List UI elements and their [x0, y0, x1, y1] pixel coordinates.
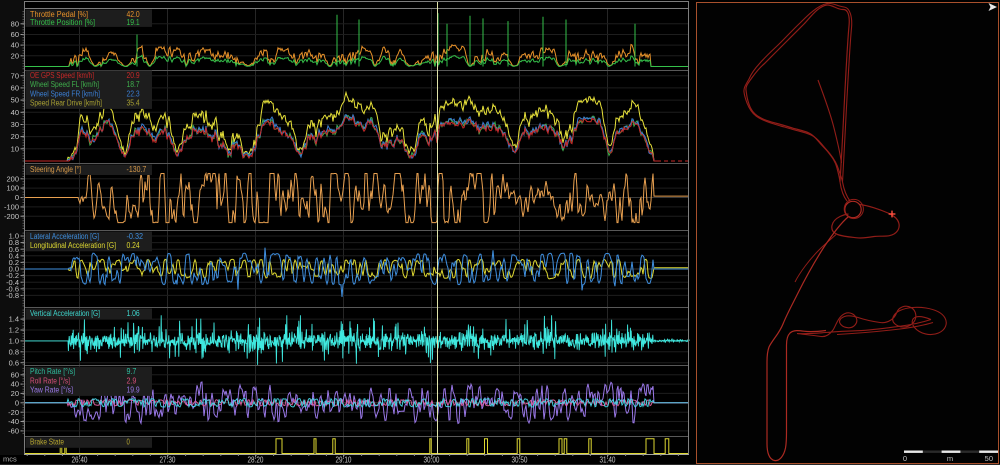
svg-text:10: 10	[11, 144, 19, 153]
svg-text:40: 40	[11, 380, 19, 389]
svg-text:18.7: 18.7	[127, 80, 141, 89]
svg-text:0.8: 0.8	[9, 347, 19, 356]
svg-text:30: 30	[11, 120, 19, 129]
svg-text:Brake State: Brake State	[30, 438, 64, 447]
svg-text:1.2: 1.2	[9, 326, 19, 335]
svg-text:0: 0	[15, 193, 19, 202]
svg-text:-0.32: -0.32	[127, 232, 144, 241]
svg-text:50: 50	[985, 454, 993, 463]
svg-text:27:30: 27:30	[160, 455, 176, 464]
svg-text:Roll Rate [°/s]: Roll Rate [°/s]	[30, 376, 70, 385]
svg-text:35.4: 35.4	[127, 99, 141, 108]
svg-text:Yaw Rate [°/s]: Yaw Rate [°/s]	[30, 386, 73, 395]
svg-text:70: 70	[11, 71, 19, 80]
svg-text:80: 80	[11, 19, 19, 28]
svg-text:Speed Rear Drive [km/h]: Speed Rear Drive [km/h]	[30, 99, 102, 108]
svg-text:19.1: 19.1	[127, 18, 141, 27]
svg-text:60: 60	[11, 30, 19, 39]
svg-text:OE GPS Speed [km/h]: OE GPS Speed [km/h]	[30, 71, 94, 80]
svg-text:-20: -20	[8, 408, 19, 417]
svg-text:-60: -60	[8, 427, 19, 436]
svg-text:9.7: 9.7	[127, 367, 137, 376]
svg-text:60: 60	[11, 370, 19, 379]
svg-text:-200: -200	[4, 212, 19, 221]
svg-text:Throttle Position [%]: Throttle Position [%]	[30, 18, 95, 27]
svg-text:mcs: mcs	[3, 455, 17, 464]
svg-text:60: 60	[11, 84, 19, 93]
svg-text:Steering Angle [°]: Steering Angle [°]	[30, 165, 81, 174]
svg-text:1.4: 1.4	[9, 315, 19, 324]
svg-text:0: 0	[127, 438, 131, 447]
svg-text:-130.7: -130.7	[127, 165, 147, 174]
svg-text:1.06: 1.06	[127, 309, 141, 318]
svg-text:Pitch Rate [°/s]: Pitch Rate [°/s]	[30, 367, 75, 376]
svg-text:22.3: 22.3	[127, 89, 141, 98]
svg-text:Lateral Acceleration [G]: Lateral Acceleration [G]	[30, 232, 99, 241]
svg-text:20: 20	[11, 132, 19, 141]
svg-text:Vertical Acceleration [G]: Vertical Acceleration [G]	[30, 309, 100, 318]
svg-text:100: 100	[6, 184, 19, 193]
svg-text:19.9: 19.9	[127, 386, 141, 395]
svg-text:2.9: 2.9	[127, 376, 137, 385]
svg-text:0.24: 0.24	[127, 241, 141, 250]
svg-text:20: 20	[11, 389, 19, 398]
svg-text:30:50: 30:50	[512, 455, 528, 464]
svg-text:1.0: 1.0	[9, 337, 19, 346]
svg-text:Longitudinal Acceleration [G]: Longitudinal Acceleration [G]	[30, 241, 116, 250]
svg-text:30:00: 30:00	[424, 455, 440, 464]
svg-text:0.6: 0.6	[9, 358, 19, 367]
svg-text:50: 50	[11, 96, 19, 105]
svg-text:20.9: 20.9	[127, 71, 141, 80]
svg-text:31:40: 31:40	[600, 455, 616, 464]
svg-text:0: 0	[903, 454, 907, 463]
svg-text:-0.8: -0.8	[6, 291, 19, 300]
svg-text:Wheel Speed FR [km/h]: Wheel Speed FR [km/h]	[30, 89, 100, 98]
svg-text:Wheel Speed FL [km/h]: Wheel Speed FL [km/h]	[30, 80, 99, 89]
svg-text:26:40: 26:40	[72, 455, 88, 464]
svg-text:m: m	[947, 454, 953, 463]
svg-text:40: 40	[11, 108, 19, 117]
svg-text:40: 40	[11, 41, 19, 50]
svg-text:28:20: 28:20	[248, 455, 264, 464]
svg-text:-40: -40	[8, 417, 19, 426]
svg-text:20: 20	[11, 51, 19, 60]
svg-text:-100: -100	[4, 203, 19, 212]
svg-text:29:10: 29:10	[336, 455, 352, 464]
svg-text:200: 200	[6, 174, 19, 183]
svg-text:0: 0	[15, 398, 19, 407]
